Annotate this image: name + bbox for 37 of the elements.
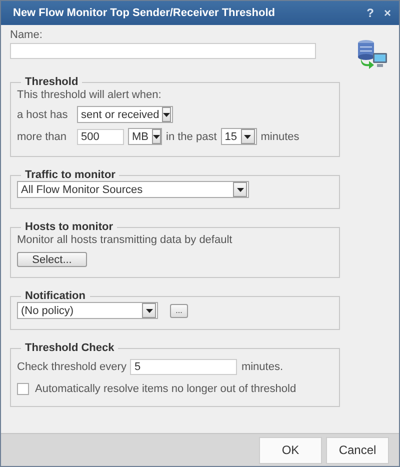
field-label: more than xyxy=(17,130,68,142)
group-title: Hosts to monitor xyxy=(24,221,114,233)
description-text: Monitor all hosts transmitting data by default xyxy=(17,234,234,246)
group-title: Notification xyxy=(24,290,86,302)
checkbox-label: Automatically resolve items no longer out of threshold xyxy=(35,383,296,395)
checkbox[interactable] xyxy=(17,383,29,395)
help-button[interactable]: ? xyxy=(366,6,374,20)
field-label: in the past xyxy=(166,130,217,142)
interval-field[interactable]: 5 xyxy=(130,359,238,375)
caret-icon xyxy=(244,134,252,138)
caret-icon xyxy=(236,188,244,192)
amount-field[interactable]: 500 xyxy=(77,128,124,144)
group-title: Threshold Check xyxy=(24,342,116,354)
caret-icon xyxy=(152,134,160,138)
field-label: Name: xyxy=(10,29,44,41)
dialog-button[interactable]: OK xyxy=(259,436,322,464)
server-computer-icon xyxy=(356,37,388,69)
instruction-text: This threshold will alert when: xyxy=(17,89,162,101)
name-field[interactable] xyxy=(10,43,316,59)
dropdown[interactable]: All Flow Monitor Sources xyxy=(17,181,249,198)
dropdown[interactable]: sent or received xyxy=(77,106,173,123)
unit-label: minutes. xyxy=(241,361,284,373)
dialog-button[interactable]: Cancel xyxy=(326,436,389,464)
select-button[interactable]: Select... xyxy=(17,252,87,267)
caret-icon xyxy=(146,308,152,312)
window-title: New Flow Monitor Top Sender/Receiver Threshold xyxy=(13,7,275,19)
caret-icon xyxy=(163,112,170,116)
dropdown[interactable]: 15 xyxy=(220,128,257,145)
field-label: Check threshold every xyxy=(17,361,126,373)
dropdown[interactable]: MB xyxy=(128,128,162,145)
dropdown[interactable]: (No policy) xyxy=(17,302,158,319)
group-title: Threshold xyxy=(24,76,80,88)
group-title: Traffic to monitor xyxy=(24,169,116,181)
browse-button[interactable]: ... xyxy=(170,304,188,318)
field-label: a host has xyxy=(17,108,69,120)
close-button[interactable]: × xyxy=(384,6,391,20)
unit-label: minutes xyxy=(260,130,300,142)
